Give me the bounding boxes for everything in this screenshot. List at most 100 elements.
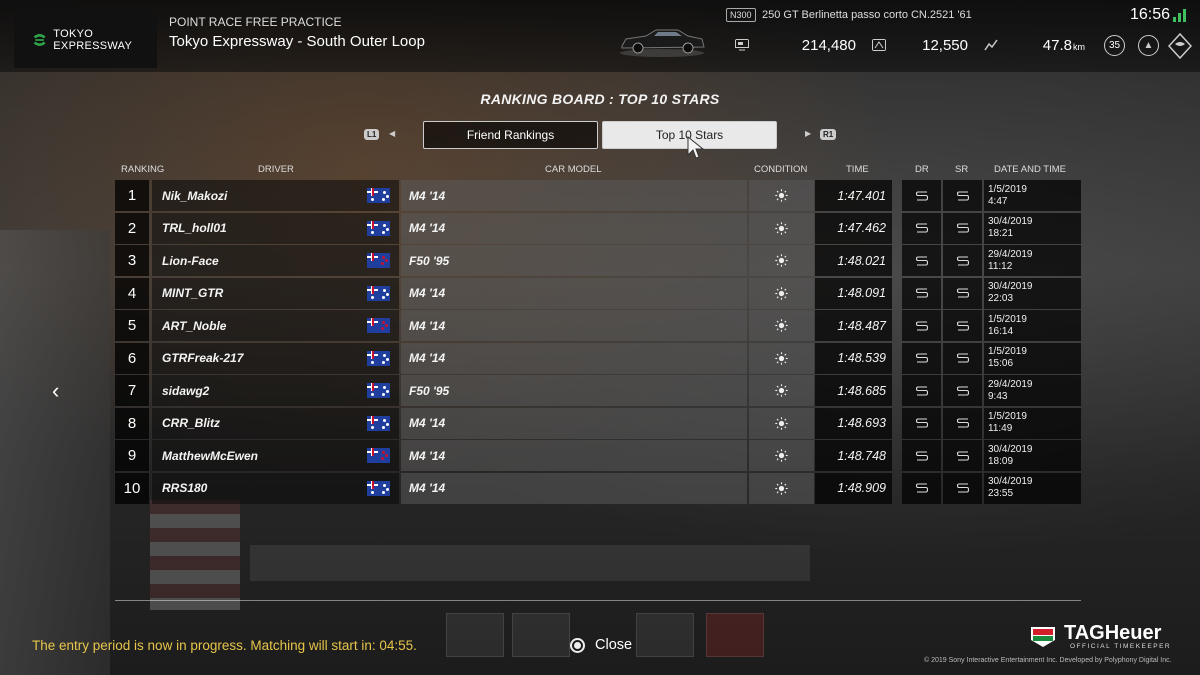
track-logo: TOKYO EXPRESSWAY	[14, 12, 157, 68]
car-model: M4 '14	[401, 277, 747, 309]
column-header-time: TIME	[846, 164, 869, 175]
lap-time: 1:48.685	[815, 375, 892, 406]
driver-cell[interactable]: MatthewMcEwen	[152, 440, 399, 471]
sun-icon	[775, 189, 788, 202]
sportsmanship-icon[interactable]	[1168, 33, 1192, 59]
record-time: 4:47	[988, 195, 1008, 207]
driver-name: CRR_Blitz	[162, 416, 221, 430]
table-row[interactable]: 8 CRR_Blitz M4 '14 1:48.693 1/5/2019 11:49	[115, 407, 1081, 441]
background-kerb	[150, 500, 240, 610]
close-button[interactable]: Close	[570, 637, 632, 653]
column-header-ranking: RANKING	[121, 164, 165, 175]
sun-icon	[775, 449, 788, 462]
sun-icon	[775, 384, 788, 397]
rank-number: 3	[115, 245, 149, 276]
car-category-badge: N300	[726, 8, 756, 22]
record-time: 11:12	[988, 260, 1013, 272]
tab-prev-arrow-icon[interactable]: ◀	[389, 129, 395, 138]
dr-rating-icon	[915, 483, 928, 493]
rank-number: 2	[115, 212, 149, 244]
record-date: 1/5/2019	[988, 313, 1027, 325]
driver-cell[interactable]: ART_Noble	[152, 310, 399, 341]
driver-cell[interactable]: sidawg2	[152, 375, 399, 406]
circle-button-icon	[570, 637, 585, 653]
record-date: 30/4/2019	[988, 443, 1033, 455]
car-thumbnail	[620, 29, 705, 57]
lap-time: 1:48.693	[815, 407, 892, 439]
nz-flag-icon	[367, 448, 390, 463]
tab-next-arrow-icon[interactable]: ▶	[805, 129, 811, 138]
sr-rating-icon	[956, 288, 969, 298]
rank-number: 5	[115, 310, 149, 341]
au-flag-icon	[367, 383, 390, 398]
driver-cell[interactable]: Lion-Face	[152, 245, 399, 276]
driver-rating-icon[interactable]: ▲	[1138, 35, 1159, 56]
driver-cell[interactable]: CRR_Blitz	[152, 407, 399, 439]
driver-cell[interactable]: TRL_holl01	[152, 212, 399, 244]
au-flag-icon	[367, 350, 390, 366]
ranking-table: 1 Nik_Makozi M4 '14 1:47.401 1/5/2019 4:47 2 TR…	[115, 180, 1081, 505]
close-label: Close	[595, 637, 633, 653]
table-row[interactable]: 2 TRL_holl01 M4 '14 1:47.462 30/4/2019 18:21	[115, 212, 1081, 246]
column-header-condition: CONDITION	[754, 164, 808, 175]
driver-cell[interactable]: GTRFreak-217	[152, 342, 399, 374]
table-row[interactable]: 7 sidawg2 F50 '95 1:48.685 29/4/2019 9:43	[115, 375, 1081, 408]
sun-icon	[775, 481, 788, 495]
chevron-left-icon[interactable]: ‹	[52, 380, 59, 402]
dr-rating-icon	[915, 190, 928, 201]
table-row[interactable]: 5 ART_Noble M4 '14 1:48.487 1/5/2019 16:14	[115, 310, 1081, 343]
driver-cell[interactable]: RRS180	[152, 472, 399, 504]
car-model: M4 '14	[401, 180, 747, 211]
event-type: POINT RACE FREE PRACTICE	[169, 15, 342, 29]
lap-time: 1:48.748	[815, 440, 892, 471]
rank-number: 8	[115, 407, 149, 439]
table-row[interactable]: 4 MINT_GTR M4 '14 1:48.091 30/4/2019 22:03	[115, 277, 1081, 311]
lap-time: 1:47.462	[815, 212, 892, 244]
table-row[interactable]: 3 Lion-Face F50 '95 1:48.021 29/4/2019 11:12	[115, 245, 1081, 278]
dr-rating-icon	[915, 320, 928, 331]
table-row[interactable]: 10 RRS180 M4 '14 1:48.909 30/4/2019 23:55	[115, 472, 1081, 506]
sun-icon	[775, 221, 788, 235]
record-date: 1/5/2019	[988, 346, 1027, 357]
sr-cell	[943, 342, 982, 374]
rank-number: 10	[115, 472, 149, 504]
dock-item-4	[636, 613, 694, 657]
condition-cell	[749, 407, 814, 439]
record-date: 30/4/2019	[988, 281, 1033, 292]
nz-flag-icon	[367, 318, 390, 333]
condition-cell	[749, 472, 814, 504]
dr-cell	[902, 440, 941, 471]
dr-cell	[902, 245, 941, 276]
record-time: 18:09	[988, 455, 1014, 467]
record-date: 1/5/2019	[988, 183, 1027, 195]
car-model: F50 '95	[401, 245, 747, 276]
table-row[interactable]: 1 Nik_Makozi M4 '14 1:47.401 1/5/2019 4:47	[115, 180, 1081, 213]
driver-level-value: 35	[1108, 40, 1121, 51]
driver-cell[interactable]: MINT_GTR	[152, 277, 399, 309]
sr-cell	[943, 277, 982, 309]
table-row[interactable]: 9 MatthewMcEwen M4 '14 1:48.748 30/4/2019 18:…	[115, 440, 1081, 473]
driver-name: TRL_holl01	[162, 221, 227, 235]
car-model: M4 '14	[401, 472, 747, 504]
au-flag-icon	[367, 415, 390, 431]
sun-icon	[775, 351, 788, 365]
dock-item-5	[706, 613, 764, 657]
condition-cell	[749, 277, 814, 309]
distance-unit: km	[1073, 42, 1085, 52]
driver-level-badge[interactable]: 35	[1104, 35, 1125, 56]
sr-rating-icon	[956, 255, 969, 266]
date-time-cell: 1/5/2019 16:14	[984, 310, 1081, 341]
driver-cell[interactable]: Nik_Makozi	[152, 180, 399, 211]
record-date: 30/4/2019	[988, 216, 1033, 227]
expressway-logo-icon	[33, 34, 46, 46]
clock: 16:56	[1130, 6, 1171, 23]
dr-cell	[902, 375, 941, 406]
record-time: 22:03	[988, 293, 1014, 304]
rank-number: 6	[115, 342, 149, 374]
record-time: 11:49	[988, 423, 1013, 434]
column-header-car-model: CAR MODEL	[545, 164, 602, 175]
date-time-cell: 29/4/2019 9:43	[984, 375, 1081, 406]
table-row[interactable]: 6 GTRFreak-217 M4 '14 1:48.539 1/5/2019 15:06	[115, 342, 1081, 376]
dr-rating-icon	[915, 385, 928, 396]
tab-friend-rankings[interactable]: Friend Rankings	[423, 121, 598, 149]
